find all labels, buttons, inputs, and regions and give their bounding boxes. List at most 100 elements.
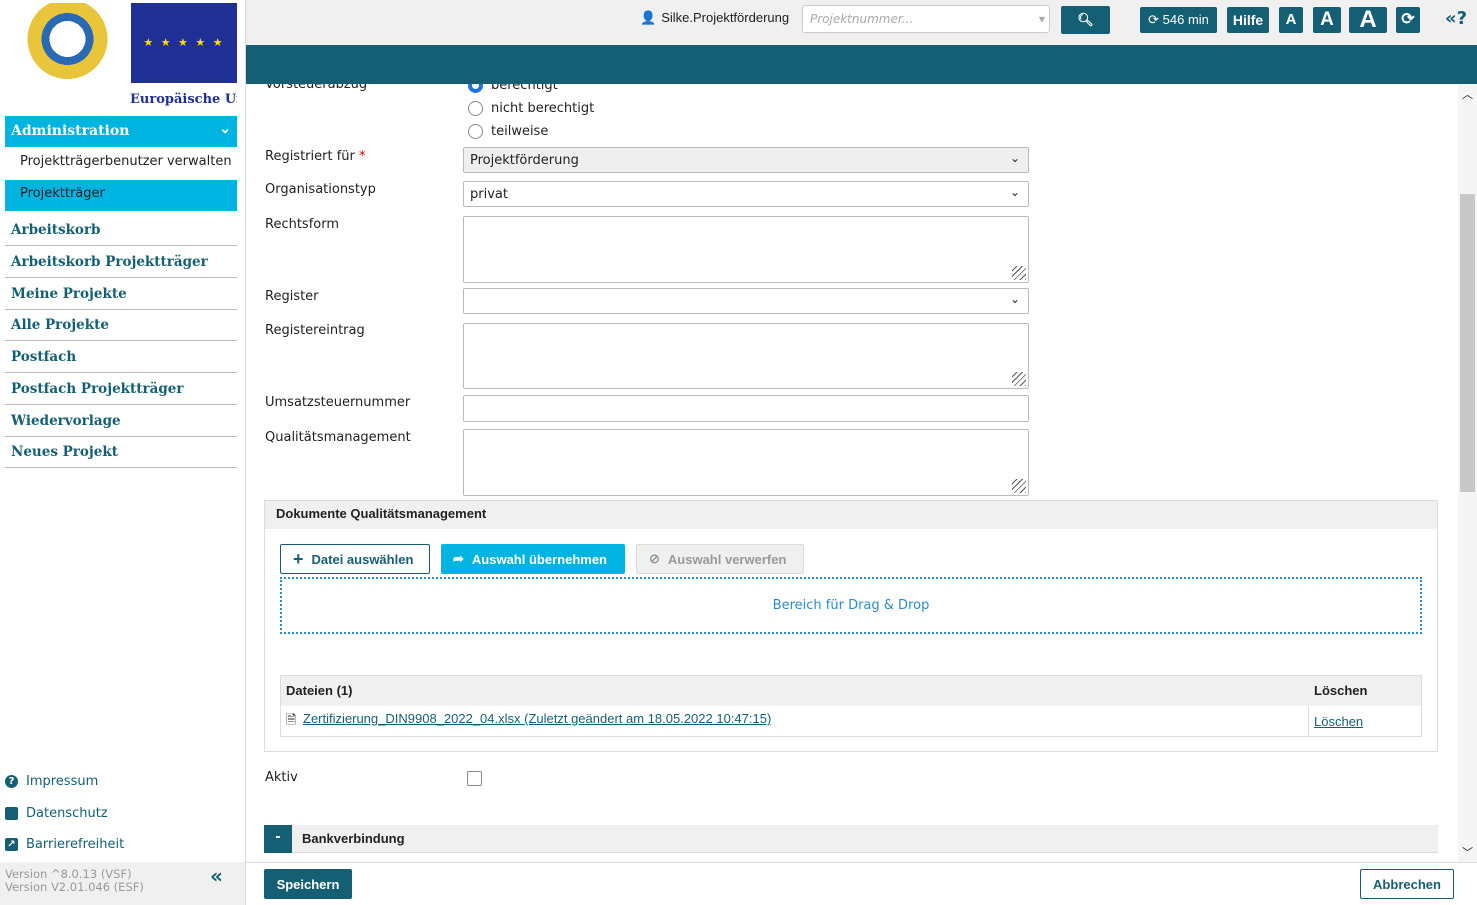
delete-header: Löschen xyxy=(1314,683,1368,698)
nav-item-arbeitskorb[interactable]: Arbeitskorb xyxy=(5,215,237,246)
dropzone-label: Bereich für Drag & Drop xyxy=(772,598,930,613)
link-label: Datenschutz xyxy=(26,806,108,821)
aktiv-checkbox[interactable] xyxy=(467,771,482,786)
qm-label: Qualitätsmanagement xyxy=(265,430,411,445)
nav-sub-item-projekttraegerbenutzer[interactable]: Projektträgerbenutzer verwalten xyxy=(20,154,232,169)
orgtyp-label: Organisationstyp xyxy=(265,182,376,197)
select-value: privat xyxy=(470,187,508,202)
eu-caption: Europäische Uni xyxy=(130,92,237,107)
nav-item-arbeitskorb-projekttraeger[interactable]: Arbeitskorb Projektträger xyxy=(5,247,237,278)
choose-file-button[interactable]: + Datei auswählen xyxy=(280,544,430,574)
main-content: Vorsteuerabzug * berechtigt nicht berech… xyxy=(246,84,1458,862)
resize-grip-icon[interactable] xyxy=(1012,479,1026,493)
plus-icon: + xyxy=(293,548,304,569)
sub-item-label: Projektträger xyxy=(20,186,105,201)
font-size-large-button[interactable]: A xyxy=(1349,7,1387,33)
sidebar: ★ ★ ★ ★ ★ Europäische Uni Administration… xyxy=(0,0,246,905)
refresh-icon: ⟳ xyxy=(1401,11,1415,28)
rechtsform-textarea[interactable] xyxy=(463,216,1029,283)
user-name: Silke.Projektförderung xyxy=(661,10,790,25)
ban-icon: ⊘ xyxy=(649,551,660,566)
reload-button[interactable]: ⟳ xyxy=(1396,7,1420,33)
register-label: Register xyxy=(265,289,319,304)
registriert-label: Registriert für * xyxy=(265,149,366,164)
toggle-help-icon[interactable]: «? xyxy=(1445,8,1467,29)
collapse-sidebar-icon[interactable]: « xyxy=(210,866,223,886)
table-row: 🗎 Zertifizierung_DIN9908_2022_04.xlsx (Z… xyxy=(281,706,1421,736)
scroll-up-icon[interactable]: ︿ xyxy=(1462,86,1473,102)
project-number-search[interactable]: Projektnummer... ▼ xyxy=(802,5,1050,33)
registriert-select[interactable]: Projektförderung ⌄ xyxy=(463,147,1029,173)
qm-textarea[interactable] xyxy=(463,429,1029,496)
required-icon: * xyxy=(359,149,366,164)
user-label[interactable]: 👤 Silke.Projektförderung xyxy=(640,10,789,26)
nav-item-postfach[interactable]: Postfach xyxy=(5,342,237,373)
share-arrow-icon: ➦ xyxy=(453,551,464,566)
rechtsform-label: Rechtsform xyxy=(265,217,340,232)
help-button[interactable]: Hilfe xyxy=(1227,7,1269,33)
resize-grip-icon[interactable] xyxy=(1012,266,1026,280)
scrollbar-thumb[interactable] xyxy=(1460,194,1475,492)
radio-nicht-berechtigt[interactable] xyxy=(468,101,483,116)
font-size-small-button[interactable]: A xyxy=(1279,7,1303,33)
search-button[interactable]: 🔍︎ xyxy=(1061,6,1110,34)
nav-sub-item-projekttraeger[interactable]: Projektträger xyxy=(5,180,237,211)
files-table: Dateien (1) Löschen 🗎 Zertifizierung_DIN… xyxy=(280,675,1422,737)
vorsteuer-label: Vorsteuerabzug * xyxy=(265,84,378,92)
vertical-scrollbar[interactable]: ︿ ﹀ xyxy=(1458,84,1477,862)
radio-berechtigt[interactable] xyxy=(468,84,483,93)
file-link[interactable]: Zertifizierung_DIN9908_2022_04.xlsx (Zul… xyxy=(303,711,771,726)
label-text: Registriert für xyxy=(265,149,355,164)
drag-drop-zone[interactable]: Bereich für Drag & Drop xyxy=(280,577,1422,634)
scroll-down-icon[interactable]: ﹀ xyxy=(1462,844,1473,860)
accept-selection-button[interactable]: ➦ Auswahl übernehmen xyxy=(441,544,625,574)
resize-grip-icon[interactable] xyxy=(1012,372,1026,386)
user-icon: 👤 xyxy=(640,10,657,25)
button-label: Auswahl verwerfen xyxy=(667,551,787,567)
registereintrag-textarea[interactable] xyxy=(463,323,1029,389)
session-refresh-button[interactable]: ⟳ 546 min xyxy=(1140,7,1217,33)
bank-panel-header: Bankverbindung - Bankverbindung xyxy=(264,825,1438,853)
ust-input[interactable] xyxy=(463,395,1029,422)
top-bar: 👤 Silke.Projektförderung Projektnummer...… xyxy=(246,0,1477,45)
nav-item-meine-projekte[interactable]: Meine Projekte xyxy=(5,279,237,310)
files-header: Dateien (1) xyxy=(286,683,353,698)
id-badge-icon xyxy=(5,807,18,820)
register-select[interactable]: ⌄ xyxy=(463,288,1029,314)
font-size-medium-button[interactable]: A xyxy=(1313,7,1341,33)
file-icon: 🗎 xyxy=(286,712,297,727)
nav-section-administration[interactable]: Administration ⌄ xyxy=(5,116,237,147)
nav-item-neues-projekt[interactable]: Neues Projekt xyxy=(5,437,237,468)
button-label: Auswahl übernehmen xyxy=(471,551,607,567)
chevron-down-icon: ⌄ xyxy=(1009,185,1020,199)
barrierefreiheit-link[interactable]: ↗ Barrierefreiheit xyxy=(5,837,124,852)
ust-label: Umsatzsteuernummer xyxy=(265,395,411,410)
version-esf: Version V2.01.046 (ESF) xyxy=(5,880,144,894)
link-label: Impressum xyxy=(26,774,99,789)
section-label: Administration xyxy=(11,123,130,139)
bank-panel-title: Bankverbindung xyxy=(302,831,405,846)
delete-file-link[interactable]: Löschen xyxy=(1314,714,1363,729)
version-bar: Version ^8.0.13 (VSF) Version V2.01.046 … xyxy=(0,862,245,905)
session-time: 546 min xyxy=(1162,12,1209,27)
registereintrag-label: Registereintrag xyxy=(265,323,365,338)
orgtyp-select[interactable]: privat ⌄ xyxy=(463,181,1029,207)
nav-item-postfach-projekttraeger[interactable]: Postfach Projektträger xyxy=(5,374,237,405)
collapse-bank-button[interactable]: - xyxy=(264,825,292,853)
radio-label: nicht berechtigt xyxy=(491,101,595,116)
dropdown-arrow-icon: ▼ xyxy=(1038,15,1045,24)
nav-item-alle-projekte[interactable]: Alle Projekte xyxy=(5,310,237,341)
aktiv-label: Aktiv xyxy=(265,770,298,785)
radio-label: teilweise xyxy=(491,124,549,139)
files-table-header: Dateien (1) Löschen xyxy=(281,676,1421,706)
refresh-icon: ⟳ xyxy=(1148,12,1160,27)
radio-teilweise[interactable] xyxy=(468,124,483,139)
select-value: Projektförderung xyxy=(470,153,579,168)
nav-item-wiedervorlage[interactable]: Wiedervorlage xyxy=(5,406,237,437)
link-label: Barrierefreiheit xyxy=(26,837,125,852)
impressum-link[interactable]: ? Impressum xyxy=(5,774,98,789)
cancel-button[interactable]: Abbrechen xyxy=(1360,869,1454,899)
datenschutz-link[interactable]: Datenschutz xyxy=(5,806,108,821)
external-link-icon: ↗ xyxy=(5,838,18,851)
save-button[interactable]: Speichern xyxy=(264,869,352,899)
